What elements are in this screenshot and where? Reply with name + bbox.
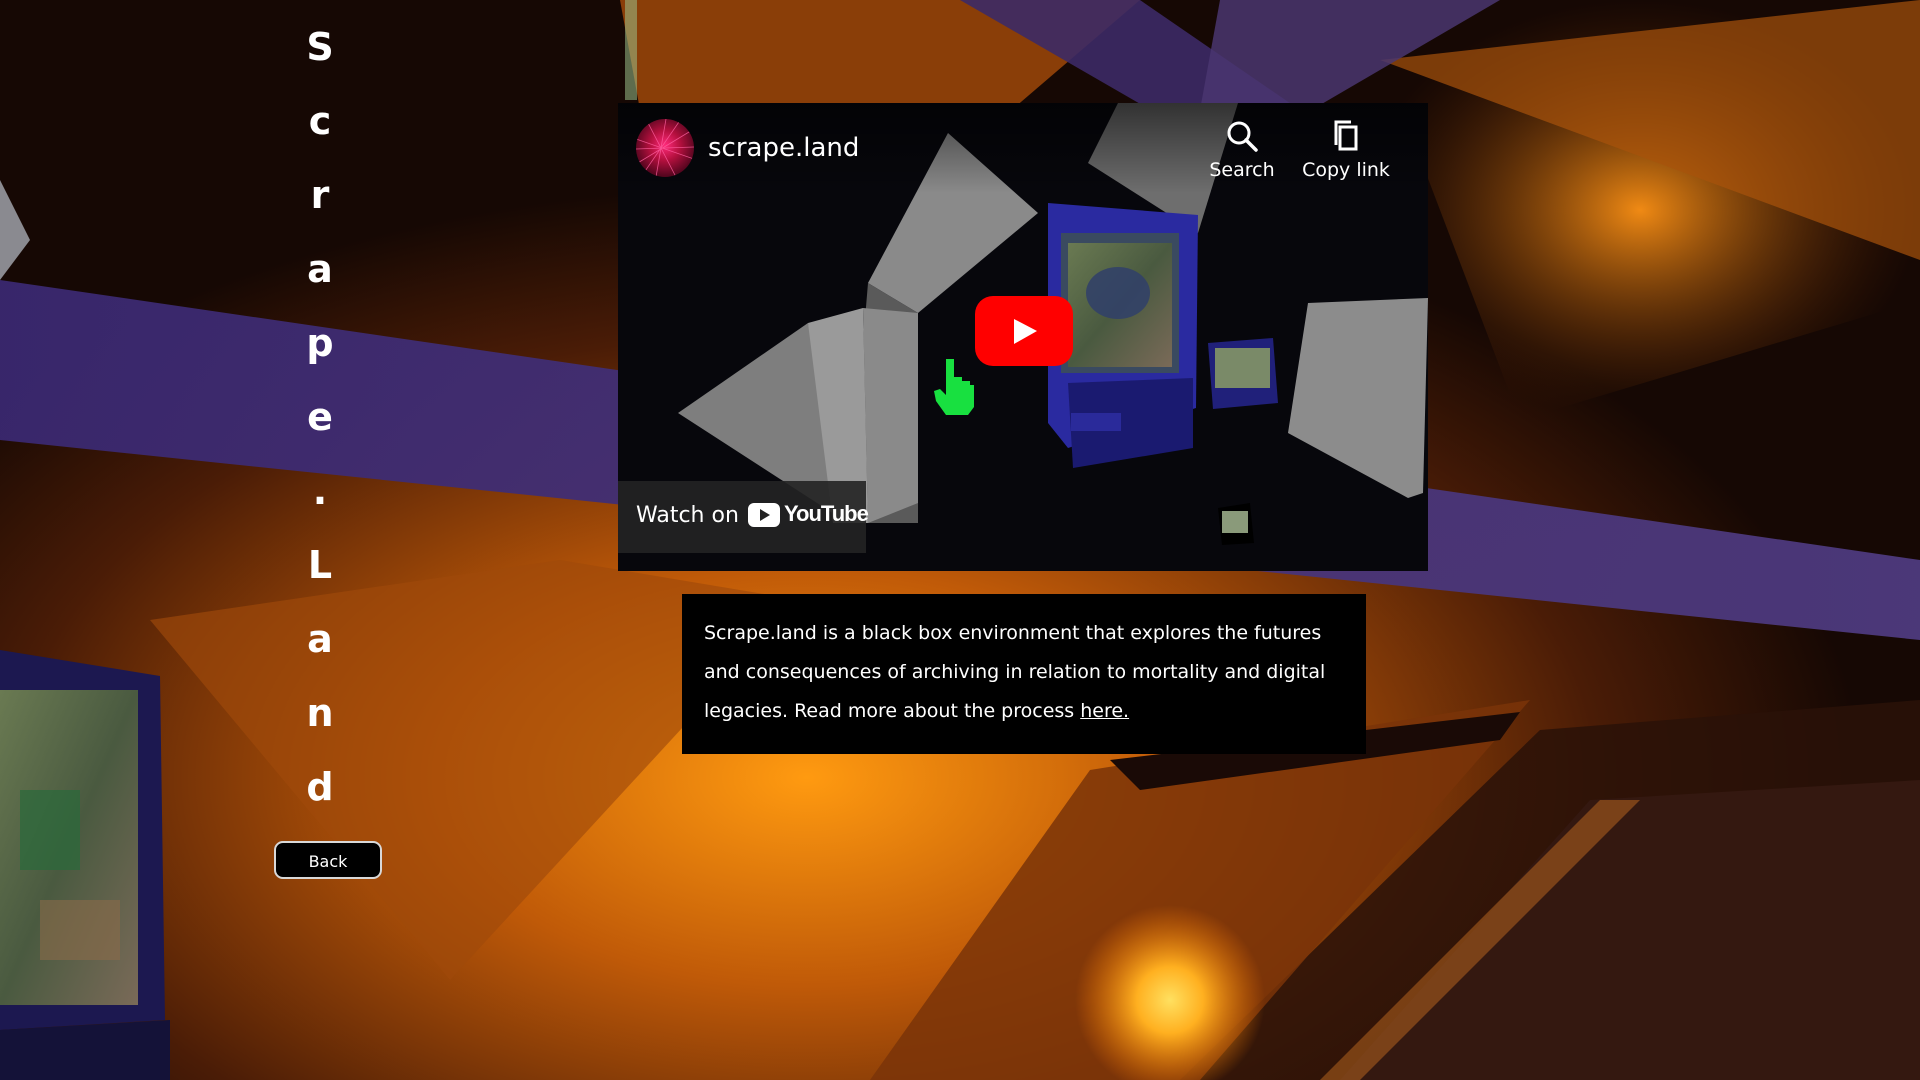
- title-letter: n: [306, 691, 334, 735]
- title-letter: d: [306, 765, 334, 809]
- video-embed[interactable]: scrape.land Search Copy link Watch on Yo…: [618, 103, 1428, 571]
- play-button[interactable]: [975, 296, 1073, 366]
- back-button[interactable]: Back: [274, 841, 382, 879]
- copy-icon: [1334, 120, 1358, 151]
- title-letter: .: [312, 469, 328, 513]
- title-letter: L: [307, 543, 333, 587]
- title-letter: p: [306, 321, 334, 365]
- copy-link-action[interactable]: Copy link: [1301, 119, 1391, 181]
- title-letter: a: [307, 617, 333, 661]
- watch-on-youtube-button[interactable]: Watch on YouTube: [618, 481, 869, 553]
- pointer-hand-icon: [934, 359, 974, 415]
- play-icon: [1014, 319, 1037, 344]
- title-letter: r: [310, 173, 330, 217]
- title-letter: a: [307, 247, 333, 291]
- avatar-pattern-icon: [636, 119, 694, 177]
- search-label: Search: [1209, 159, 1275, 181]
- title-letter: c: [308, 99, 332, 143]
- title-letter: S: [306, 25, 334, 69]
- site-title-vertical: S c r a p e . L a n d: [290, 10, 350, 824]
- youtube-logo-icon: [748, 503, 780, 527]
- channel-avatar[interactable]: [636, 119, 694, 177]
- title-letter: e: [307, 395, 333, 439]
- search-icon: [1227, 121, 1258, 152]
- watch-on-label: Watch on: [636, 503, 739, 528]
- project-description: Scrape.land is a black box environment t…: [682, 594, 1366, 754]
- search-action[interactable]: Search: [1197, 119, 1287, 181]
- youtube-wordmark: YouTube: [784, 501, 869, 526]
- description-text: Scrape.land is a black box environment t…: [704, 622, 1326, 722]
- read-more-link[interactable]: here.: [1080, 700, 1129, 722]
- copy-link-label: Copy link: [1302, 159, 1390, 181]
- video-channel-title[interactable]: scrape.land: [708, 133, 859, 163]
